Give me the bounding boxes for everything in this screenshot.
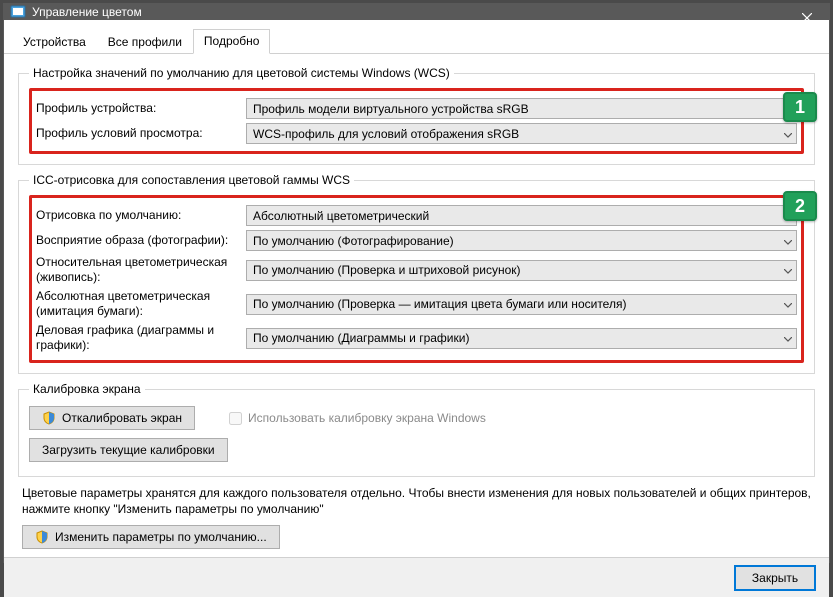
calibrate-screen-button[interactable]: Откалибровать экран	[29, 406, 195, 430]
group-calibration-legend: Калибровка экрана	[29, 382, 145, 396]
combo-perceptual[interactable]: По умолчанию (Фотографирование)	[246, 230, 797, 251]
combo-viewing-profile-value: WCS-профиль для условий отображения sRGB	[253, 127, 519, 141]
app-icon	[10, 4, 26, 20]
label-perceptual: Восприятие образа (фотографии):	[36, 233, 246, 248]
color-management-window: Управление цветом Устройства Все профили…	[3, 3, 830, 563]
close-dialog-label: Закрыть	[752, 571, 798, 585]
combo-viewing-profile[interactable]: WCS-профиль для условий отображения sRGB	[246, 123, 797, 144]
combo-default-render[interactable]: Абсолютный цветометрический	[246, 205, 797, 226]
change-defaults-button[interactable]: Изменить параметры по умолчанию...	[22, 525, 280, 549]
tab-strip: Устройства Все профили Подробно	[4, 20, 829, 54]
close-button[interactable]	[785, 4, 829, 32]
use-calibration-checkbox: Использовать калибровку экрана Windows	[225, 409, 486, 428]
shield-icon	[35, 530, 49, 544]
chevron-down-icon	[784, 263, 792, 277]
group-icc-legend: ICC-отрисовка для сопоставления цветовой…	[29, 173, 354, 187]
combo-relative-value: По умолчанию (Проверка и штриховой рисун…	[253, 263, 521, 277]
annotation-badge-1: 1	[783, 92, 817, 122]
combo-absolute-value: По умолчанию (Проверка — имитация цвета …	[253, 297, 626, 311]
client-area: Устройства Все профили Подробно Настройк…	[4, 20, 829, 597]
use-calibration-label: Использовать калибровку экрана Windows	[248, 411, 486, 425]
load-calibrations-button[interactable]: Загрузить текущие калибровки	[29, 438, 228, 462]
label-business: Деловая графика (диаграммы и графики):	[36, 323, 246, 353]
label-relative: Относительная цветометрическая (живопись…	[36, 255, 246, 285]
label-default-render: Отрисовка по умолчанию:	[36, 208, 246, 223]
note-text: Цветовые параметры хранятся для каждого …	[22, 485, 811, 517]
annotation-badge-2: 2	[783, 191, 817, 221]
titlebar: Управление цветом	[4, 4, 829, 20]
combo-business[interactable]: По умолчанию (Диаграммы и графики)	[246, 328, 797, 349]
combo-relative[interactable]: По умолчанию (Проверка и штриховой рисун…	[246, 260, 797, 281]
chevron-down-icon	[784, 127, 792, 141]
calibrate-screen-label: Откалибровать экран	[62, 411, 182, 425]
window-title: Управление цветом	[32, 5, 142, 19]
label-absolute: Абсолютная цветометрическая (имитация бу…	[36, 289, 246, 319]
chevron-down-icon	[784, 331, 792, 345]
chevron-down-icon	[784, 234, 792, 248]
dialog-footer: Закрыть	[4, 557, 829, 597]
combo-default-render-value: Абсолютный цветометрический	[253, 209, 429, 223]
tab-content-advanced: Настройка значений по умолчанию для цвет…	[4, 54, 829, 557]
group-icc-rendering: ICC-отрисовка для сопоставления цветовой…	[18, 173, 815, 374]
tab-all-profiles[interactable]: Все профили	[97, 30, 193, 54]
highlight-box-1: Профиль устройства: Профиль модели вирту…	[29, 88, 804, 154]
chevron-down-icon	[784, 297, 792, 311]
tab-advanced[interactable]: Подробно	[193, 29, 271, 54]
group-wcs-defaults: Настройка значений по умолчанию для цвет…	[18, 66, 815, 165]
combo-device-profile[interactable]: Профиль модели виртуального устройства s…	[246, 98, 797, 119]
combo-perceptual-value: По умолчанию (Фотографирование)	[253, 234, 454, 248]
combo-absolute[interactable]: По умолчанию (Проверка — имитация цвета …	[246, 294, 797, 315]
use-calibration-checkbox-input	[229, 412, 242, 425]
label-viewing-profile: Профиль условий просмотра:	[36, 126, 246, 141]
highlight-box-2: Отрисовка по умолчанию: Абсолютный цвето…	[29, 195, 804, 363]
change-defaults-label: Изменить параметры по умолчанию...	[55, 530, 267, 544]
group-calibration: Калибровка экрана Откалибровать экран	[18, 382, 815, 477]
close-icon	[802, 13, 812, 23]
shield-icon	[42, 411, 56, 425]
close-dialog-button[interactable]: Закрыть	[735, 566, 815, 590]
combo-device-profile-value: Профиль модели виртуального устройства s…	[253, 102, 529, 116]
label-device-profile: Профиль устройства:	[36, 101, 246, 116]
tab-devices[interactable]: Устройства	[12, 30, 97, 54]
combo-business-value: По умолчанию (Диаграммы и графики)	[253, 331, 469, 345]
group-wcs-legend: Настройка значений по умолчанию для цвет…	[29, 66, 454, 80]
load-calibrations-label: Загрузить текущие калибровки	[42, 443, 215, 457]
